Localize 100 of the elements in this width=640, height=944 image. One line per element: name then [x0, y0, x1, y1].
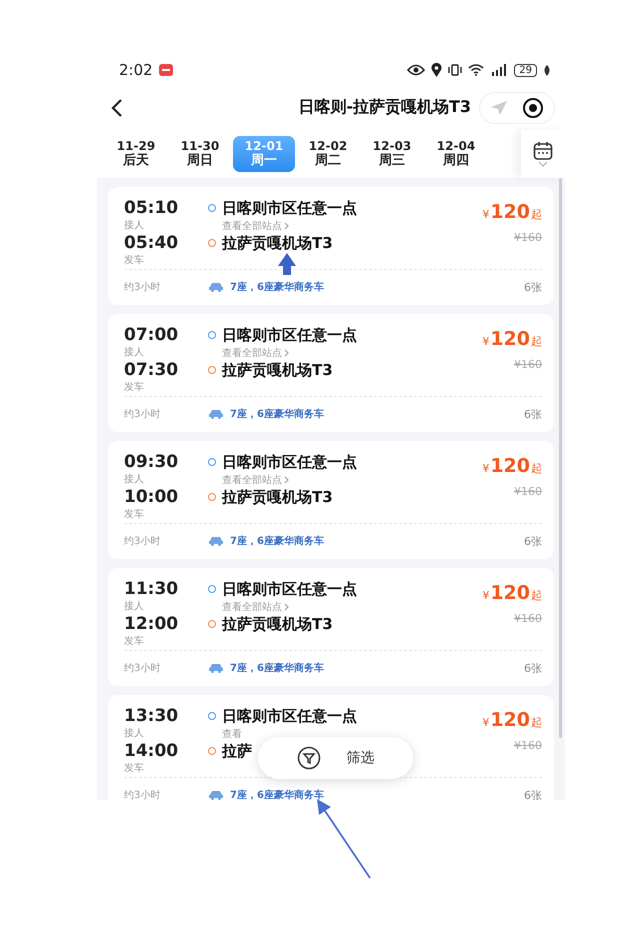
price: ¥120 起: [482, 709, 542, 731]
trip-card[interactable]: 09:30 接人 10:00 发车 日喀则市区任意一点 查看全部站点 拉萨贡嘎机场T3 ¥120 起 ¥160 约3小时 7座，6座豪华商务车 6张: [108, 441, 554, 559]
date-tab[interactable]: 12-02 周二: [297, 136, 359, 172]
ticket-count: 6张: [524, 406, 542, 422]
depart-label: 发车: [124, 381, 145, 394]
trip-card[interactable]: 11:30 接人 12:00 发车 日喀则市区任意一点 查看全部站点 拉萨贡嘎机场T3 ¥120 起 ¥160 约3小时 7座，6座豪华商务车 6张: [108, 568, 554, 686]
pickup-time: 11:30: [124, 578, 180, 600]
battery-level: 29: [514, 64, 537, 76]
trip-card[interactable]: 07:00 接人 07:30 发车 日喀则市区任意一点 查看全部站点 拉萨贡嘎机场T3 ¥120 起 ¥160 约3小时 7座，6座豪华商务车 6张: [108, 314, 554, 432]
eye-icon: [407, 64, 426, 76]
car-icon: [208, 282, 224, 292]
original-price: ¥160: [514, 739, 542, 752]
pickup-time: 05:10: [124, 197, 180, 219]
trip-card[interactable]: 13:30 接人 14:00 发车 日喀则市区任意一点 查看 拉萨 ¥120 起 ¥160 约3小时 7座，6座豪华商务车 6张 筛选: [108, 695, 554, 800]
origin-station: 日喀则市区任意一点: [222, 198, 357, 218]
destination-station: 拉萨贡嘎机场T3: [222, 614, 333, 634]
depart-time: 12:00: [124, 613, 180, 635]
annotation-arrow: [278, 253, 296, 275]
calendar-icon[interactable]: [533, 141, 553, 161]
trip-duration: 约3小时: [124, 662, 162, 676]
location-icon: [431, 63, 442, 77]
depart-time: 10:00: [124, 486, 180, 508]
wifi-icon: [468, 64, 484, 76]
original-price: ¥160: [514, 485, 542, 498]
vibrate-icon: [448, 64, 462, 76]
destination-station: 拉萨贡嘎机场T3: [222, 360, 333, 380]
vehicle-type: 7座，6座豪华商务车: [230, 407, 324, 422]
leaf-icon: [543, 64, 551, 76]
origin-dot-icon: [208, 331, 216, 339]
signal-icon: [490, 64, 508, 76]
date-tab[interactable]: 11-29 后天: [105, 136, 167, 172]
app-notification-icon: [158, 64, 173, 76]
trip-duration: 约3小时: [124, 534, 162, 548]
pickup-time: 09:30: [124, 451, 180, 473]
filter-icon: [296, 746, 320, 770]
filter-button[interactable]: 筛选: [258, 737, 413, 779]
price: ¥120 起: [482, 455, 542, 477]
origin-dot-icon: [208, 585, 216, 593]
chevron-right-icon: [284, 222, 289, 230]
depart-label: 发车: [124, 635, 145, 648]
original-price: ¥160: [514, 612, 542, 625]
chevron-right-icon: [284, 476, 289, 484]
vehicle-type: 7座，6座豪华商务车: [230, 661, 324, 676]
car-icon: [208, 663, 224, 674]
status-time: 2:02: [119, 61, 153, 79]
pickup-label: 接人: [124, 727, 145, 740]
trip-card[interactable]: 05:10 接人 05:40 发车 日喀则市区任意一点 查看全部站点 拉萨贡嘎机场T3 ¥120 起 ¥160 约3小时 7座，6座豪华商务车 6张: [108, 187, 554, 305]
trip-duration: 约3小时: [124, 788, 162, 800]
pickup-time: 13:30: [124, 705, 180, 727]
trip-duration: 约3小时: [124, 280, 162, 294]
chevron-right-icon: [284, 602, 289, 610]
trip-duration: 约3小时: [124, 408, 162, 422]
original-price: ¥160: [514, 358, 542, 371]
route-title: 日喀则-拉萨贡嘎机场T3: [298, 97, 471, 118]
pickup-label: 接人: [124, 473, 145, 486]
date-tab[interactable]: 12-04 周四: [425, 136, 487, 172]
chevron-right-icon: [284, 348, 289, 356]
destination-dot-icon: [208, 620, 216, 628]
ticket-count: 6张: [524, 660, 542, 676]
origin-station: 日喀则市区任意一点: [222, 580, 357, 598]
price: ¥120 起: [482, 582, 542, 604]
pickup-time: 07:00: [124, 324, 180, 346]
destination-station: 拉萨贡嘎机场T3: [222, 234, 333, 252]
ticket-count: 6张: [524, 534, 542, 549]
back-icon[interactable]: [111, 98, 123, 116]
destination-dot-icon: [208, 493, 216, 501]
capsule-menu[interactable]: [479, 92, 555, 124]
destination-dot-icon: [208, 239, 216, 247]
car-icon: [208, 790, 224, 800]
origin-dot-icon: [208, 204, 216, 212]
depart-label: 发车: [124, 508, 145, 521]
destination-station: 拉萨: [222, 742, 252, 760]
depart-time: 07:30: [124, 359, 180, 381]
price: ¥120 起: [482, 328, 542, 350]
car-icon: [208, 536, 224, 546]
record-icon[interactable]: [522, 96, 544, 118]
destination-dot-icon: [208, 366, 216, 374]
origin-dot-icon: [208, 458, 216, 466]
origin-station: 日喀则市区任意一点: [222, 326, 357, 344]
origin-station: 日喀则市区任意一点: [222, 706, 357, 726]
pickup-label: 接人: [124, 346, 145, 359]
vehicle-type: 7座，6座豪华商务车: [230, 788, 324, 800]
origin-dot-icon: [208, 712, 216, 720]
original-price: ¥160: [514, 231, 542, 244]
date-tab[interactable]: 11-30 周日: [169, 136, 231, 172]
destination-station: 拉萨贡嘎机场T3: [222, 488, 333, 506]
depart-time: 14:00: [124, 740, 180, 762]
destination-dot-icon: [208, 747, 216, 755]
ticket-count: 6张: [524, 788, 542, 800]
price: ¥120 起: [482, 201, 542, 223]
car-icon: [208, 409, 224, 420]
ticket-count: 6张: [524, 280, 542, 295]
date-tab[interactable]: 12-03 周三: [361, 136, 423, 172]
depart-time: 05:40: [124, 232, 180, 254]
pickup-label: 接人: [124, 219, 145, 232]
depart-label: 发车: [124, 254, 145, 267]
vehicle-type: 7座，6座豪华商务车: [230, 534, 324, 548]
origin-station: 日喀则市区任意一点: [222, 452, 357, 472]
depart-label: 发车: [124, 762, 145, 775]
vehicle-type: 7座，6座豪华商务车: [230, 280, 324, 294]
